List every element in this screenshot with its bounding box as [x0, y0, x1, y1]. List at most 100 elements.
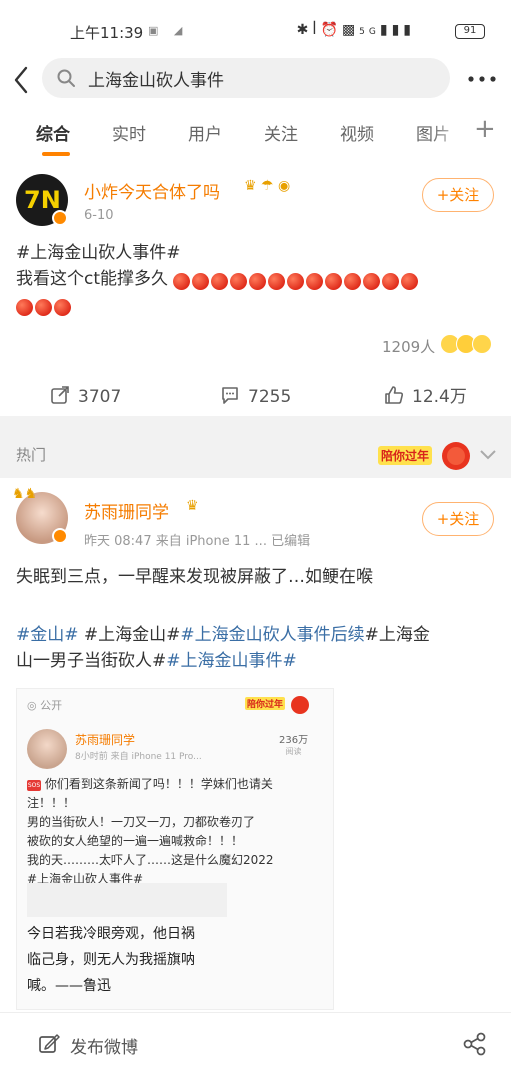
post-text: 我看这个ct能撑多久: [16, 269, 169, 289]
globe-icon: ◎: [27, 699, 41, 712]
verified-badge-icon: [52, 528, 68, 544]
search-icon: [57, 69, 75, 87]
angry-emoji-icon: [173, 271, 420, 290]
follow-button[interactable]: +关注: [422, 178, 494, 212]
banner-text: 陪你过年: [378, 446, 433, 465]
topic-link[interactable]: #上海金: [365, 625, 430, 645]
repost-count: 3707: [78, 387, 122, 407]
topic-link[interactable]: #上海金山#: [79, 625, 181, 645]
status-time: 上午11:39: [70, 24, 144, 42]
hd-icon: ▩: [341, 22, 360, 38]
more-options-button[interactable]: [466, 66, 498, 92]
verified-badge-icon: [52, 210, 68, 226]
search-query: 上海金山砍人事件: [88, 71, 224, 91]
notification-icons: ▣ ◢: [148, 24, 189, 37]
embed-banner: 陪你过年: [243, 693, 313, 715]
repost-button[interactable]: 3707: [50, 382, 121, 407]
tab-videos[interactable]: 视频: [340, 120, 374, 145]
lantern-icon: [291, 696, 309, 714]
comment-icon: [222, 387, 238, 404]
signal-icon: ▮▮▮: [379, 22, 415, 38]
embed-count-label: 阅读: [285, 747, 302, 756]
add-tab-icon[interactable]: +: [474, 114, 496, 144]
lantern-icon: [442, 442, 470, 470]
avatar-logo: 7N: [24, 186, 61, 214]
like-button[interactable]: 12.4万: [384, 382, 467, 407]
back-button[interactable]: [10, 62, 34, 98]
post-body: #上海金山砍人事件# 我看这个ct能撑多久: [16, 240, 496, 318]
quote-line: 临己身，则无人为我摇旗呐: [27, 952, 195, 968]
quote-line: 喊。——鲁迅: [27, 978, 111, 994]
new-year-banner: 陪你过年: [374, 436, 474, 472]
like-count: 12.4万: [412, 387, 467, 407]
post-meta: 昨天 08:47 来自 iPhone 11 ... 已编辑: [84, 534, 311, 549]
post-text: 失眠到三点，一早醒来发现被屏蔽了…如鲠在喉: [16, 567, 373, 587]
embed-banner-text: 陪你过年: [245, 697, 286, 710]
reaction-emoji-icon: [440, 334, 492, 354]
compose-pen-icon[interactable]: [38, 1033, 60, 1055]
post-actions: 3707 7255 12.4万: [0, 370, 511, 420]
embed-quote: 今日若我冷眼旁观，他日祸 临己身，则无人为我摇旗呐 喊。——鲁迅: [27, 921, 247, 999]
topic-link[interactable]: #金山#: [16, 625, 79, 645]
likers-count[interactable]: 1209人: [382, 336, 435, 357]
battery-level: 91: [463, 25, 477, 36]
signal-label: 5G: [359, 27, 380, 37]
embed-line: 被砍的女人绝望的一遍一遍喊救命！！！: [27, 834, 244, 848]
post-topics: #金山# #上海金山##上海金山砍人事件后续#上海金 山一男子当街砍人##上海金…: [16, 622, 496, 674]
search-tabs: 综合 实时 用户 关注 视频 图片 +: [0, 102, 511, 160]
post-text-line: 我看这个ct能撑多久: [16, 266, 496, 292]
hot-label: 热门: [16, 446, 47, 464]
avatar-decoration-icon: ♞♞: [12, 486, 38, 502]
post-date: 6-10: [84, 208, 114, 223]
vibrate-icon: ꟾ: [312, 22, 321, 38]
topic-link[interactable]: #上海金山事件#: [166, 651, 297, 671]
post-author[interactable]: 苏雨珊同学: [84, 498, 169, 523]
embed-line: 我的天………太吓人了……这是什么魔幻2022: [27, 853, 274, 867]
tab-users[interactable]: 用户: [188, 120, 222, 145]
vip-badge-icon: ♛: [186, 498, 199, 514]
active-tab-indicator: [42, 152, 70, 156]
embed-line: 男的当街砍人！一刀又一刀，刀都砍卷刃了: [27, 815, 256, 829]
post-card-1[interactable]: 7N 小炸今天合体了吗 ♛ ☂ ◉ 6-10 +关注 #上海金山砍人事件# 我看…: [0, 160, 511, 416]
bluetooth-icon: ✱: [296, 22, 313, 38]
battery-icon: 91: [455, 24, 485, 39]
follow-button[interactable]: +关注: [422, 502, 494, 536]
search-input[interactable]: 上海金山砍人事件: [42, 58, 450, 98]
embed-avatar: [27, 729, 67, 769]
more-dots-icon: [468, 76, 496, 82]
embed-visibility: ◎ 公开: [27, 697, 62, 713]
share-icon[interactable]: [462, 1031, 488, 1057]
repost-icon: [51, 386, 69, 404]
post-topic[interactable]: #上海金山砍人事件#: [16, 240, 496, 266]
hot-section-header: 热门 陪你过年: [0, 430, 511, 478]
embed-body: SOS 你们看到这条新闻了吗！！！学妹们也请关 注！！！ 男的当街砍人！一刀又一…: [27, 775, 317, 889]
compose-button[interactable]: 发布微博: [70, 1033, 138, 1058]
post-author[interactable]: 小炸今天合体了吗: [84, 178, 220, 203]
tab-fade: [430, 102, 470, 160]
post-emoji-line: [16, 292, 496, 318]
comment-count: 7255: [248, 387, 292, 407]
chevron-down-icon[interactable]: [478, 444, 498, 464]
tab-comprehensive[interactable]: 综合: [36, 120, 70, 145]
embed-author: 苏雨珊同学: [75, 733, 136, 747]
search-header: 上海金山砍人事件: [0, 58, 511, 102]
compose-bar: 发布微博: [0, 1012, 511, 1080]
quote-line: 今日若我冷眼旁观，他日祸: [27, 926, 195, 942]
tab-following[interactable]: 关注: [264, 120, 298, 145]
embed-meta: 8小时前 来自 iPhone 11 Pro...: [75, 752, 202, 762]
sos-icon: SOS: [27, 780, 41, 791]
topic-link[interactable]: 山一男子当街砍人#: [16, 651, 166, 671]
post-image[interactable]: ◎ 公开 陪你过年 苏雨珊同学 8小时前 来自 iPhone 11 Pro...…: [16, 688, 334, 1010]
alarm-icon: ⏰: [320, 22, 342, 38]
embed-read-count: 236万 阅读: [279, 731, 308, 757]
embed-redacted-area: [27, 883, 227, 917]
tab-realtime[interactable]: 实时: [112, 120, 146, 145]
embed-line: 你们看到这条新闻了吗！！！学妹们也请关: [44, 777, 273, 791]
comment-button[interactable]: 7255: [220, 382, 291, 407]
topic-link[interactable]: #上海金山砍人事件后续: [180, 625, 364, 645]
thumbs-up-icon: [385, 386, 404, 404]
back-arrow-icon: [14, 66, 28, 94]
embed-count-value: 236万: [279, 735, 309, 746]
connectivity-icons: ✱ꟾ⏰▩5G▮▮▮: [297, 22, 415, 38]
embed-line: 注！！！: [27, 796, 76, 810]
